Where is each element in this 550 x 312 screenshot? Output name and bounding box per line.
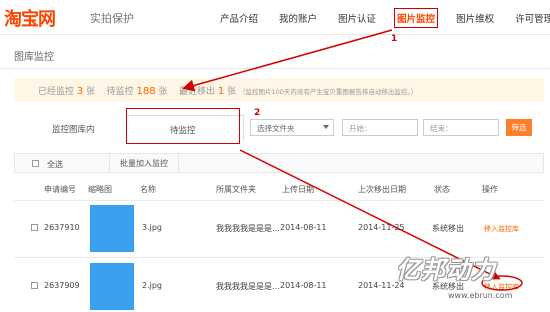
move-to-monitor-link[interactable]: 移入监控库	[484, 224, 519, 234]
annotation-number-1: 1	[391, 34, 398, 44]
row-upload-date: 2014-08-11	[280, 281, 327, 290]
monitored-unit: 张	[86, 87, 96, 97]
select-all-label[interactable]: 全选	[47, 159, 63, 170]
col-thumbnail: 缩略图	[88, 185, 112, 194]
nav-product-intro[interactable]: 产品介绍	[220, 11, 258, 25]
pending-label: 待监控	[106, 87, 134, 97]
main-nav: 产品介绍 我的账户 图片认证 图片监控 图片维权 许可管理	[220, 8, 550, 28]
col-removed-date: 上次移出日期	[358, 185, 406, 194]
watermark-url: www.ebrun.com	[448, 291, 513, 300]
nav-image-certification[interactable]: 图片认证	[338, 11, 376, 25]
row-name: 2.jpg	[142, 281, 163, 290]
pending-count: 188	[136, 86, 156, 97]
end-date-input[interactable]: 结束：	[423, 119, 499, 136]
folder-select-value: 选择文件夹	[257, 124, 295, 133]
stats-bar: 已经监控 3 张 待监控 188 张 最近移出 1 张 （监控图片100天内没有…	[14, 78, 544, 102]
recent-unit: 张	[227, 87, 237, 97]
row-removed-date: 2014-11-25	[358, 223, 405, 232]
divider	[0, 68, 550, 69]
col-folder: 所属文件夹	[216, 185, 256, 194]
bulk-action-bar: 全选 批量加入监控	[14, 153, 544, 173]
pending-unit: 张	[158, 87, 168, 97]
nav-image-monitoring[interactable]: 图片监控	[394, 8, 439, 28]
bulk-add-monitor-button[interactable]: 批量加入监控	[109, 154, 179, 172]
recent-count: 1	[217, 86, 225, 97]
annotation-box-2	[126, 108, 240, 144]
col-name: 名称	[140, 185, 156, 194]
thumbnail-image[interactable]	[90, 205, 134, 252]
folder-select[interactable]: 选择文件夹	[250, 119, 334, 136]
tab-monitored-library[interactable]: 监控图库内	[52, 123, 95, 135]
row-folder: 我我我我是是是...	[216, 224, 280, 233]
row-id: 2637910	[44, 223, 80, 232]
row-upload-date: 2014-08-11	[280, 223, 327, 232]
recent-label: 最近移出	[178, 87, 215, 97]
monitor-note: （监控图片100天内没有产生宝贝重图报告将自动移出监控。）	[238, 88, 418, 96]
divider	[14, 200, 544, 201]
col-action: 操作	[482, 185, 498, 194]
chevron-down-icon	[323, 125, 329, 129]
table-header: 申请编号 缩略图 名称 所属文件夹 上传日期 上次移出日期 状态 操作	[14, 184, 544, 198]
logo-subtitle: 实拍保护	[90, 12, 134, 25]
row-id: 2637909	[44, 281, 80, 290]
monitored-count: 3	[76, 86, 84, 97]
page-title: 图库监控	[14, 52, 54, 63]
row-folder: 我我我我是是是...	[216, 282, 280, 291]
filter-button[interactable]: 筛选	[506, 119, 532, 136]
top-header: 淘宝网 实拍保护 产品介绍 我的账户 图片认证 图片监控 图片维权 许可管理	[0, 0, 550, 35]
col-id: 申请编号	[44, 185, 76, 194]
col-status: 状态	[434, 185, 450, 194]
annotation-number-2: 2	[254, 108, 261, 118]
start-date-input[interactable]: 开始：	[342, 119, 418, 136]
thumbnail-image[interactable]	[90, 263, 134, 310]
row-status: 系统移出	[432, 224, 464, 233]
taobao-logo[interactable]: 淘宝网	[4, 5, 56, 31]
table-row: 2637910 3.jpg 我我我我是是是... 2014-08-11 2014…	[14, 204, 544, 254]
nav-license-management[interactable]: 许可管理	[515, 11, 550, 25]
page: 淘宝网 实拍保护 产品介绍 我的账户 图片认证 图片监控 图片维权 许可管理 图…	[0, 0, 550, 312]
nav-image-rights[interactable]: 图片维权	[456, 11, 494, 25]
nav-my-account[interactable]: 我的账户	[279, 11, 317, 25]
row-checkbox[interactable]	[31, 282, 38, 289]
col-upload-date: 上传日期	[282, 185, 314, 194]
select-all-checkbox[interactable]	[32, 160, 39, 167]
watermark-logo: 亿邦动力	[396, 256, 496, 284]
row-checkbox[interactable]	[31, 224, 38, 231]
row-name: 3.jpg	[142, 223, 163, 232]
monitored-label: 已经监控	[38, 87, 75, 97]
